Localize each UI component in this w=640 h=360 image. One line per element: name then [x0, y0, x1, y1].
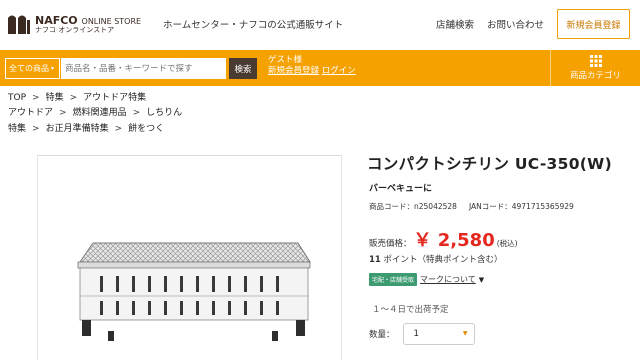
login-link[interactable]: ログイン — [322, 66, 356, 76]
breadcrumb-link[interactable]: 特集 — [8, 124, 26, 134]
breadcrumb-link[interactable]: 餅をつく — [128, 124, 164, 134]
category-select[interactable]: 全ての商品 ▾ — [5, 58, 60, 79]
category-select-value: 全ての商品 — [9, 64, 49, 73]
delivery-badge-row: 宅配・店舗受取 マークについて ▼ — [369, 273, 484, 286]
product-image-panel — [37, 155, 342, 360]
site-logo[interactable]: NAFCO ONLINE STORE ナフコ オンラインストア — [6, 12, 141, 36]
price-value: ￥ 2,580 — [413, 230, 495, 251]
quantity-label: 数量： — [369, 330, 395, 340]
search-button[interactable]: 検索 — [229, 58, 257, 79]
breadcrumb-link[interactable]: アウトドア — [8, 108, 53, 118]
contact-link[interactable]: お問い合わせ — [487, 17, 544, 31]
breadcrumb: TOP > 特集 > アウトドア特集 アウトドア > 燃料関連用品 > しちりん 特集 > お正月準… — [8, 91, 182, 137]
logo-main-text: NAFCO — [35, 13, 78, 27]
breadcrumb-link[interactable]: 燃料関連用品 — [73, 108, 127, 118]
breadcrumb-row: アウトドア > 燃料関連用品 > しちりん — [8, 108, 183, 119]
points-info: 11 ポイント（特典ポイント含む） — [369, 253, 503, 265]
product-subtitle: バーベキューに — [369, 184, 433, 194]
breadcrumb-row: TOP > 特集 > アウトドア特集 — [8, 93, 147, 103]
quantity-value: 1 — [413, 329, 419, 339]
breadcrumb-link[interactable]: 特集 — [46, 93, 64, 103]
logo-icon — [8, 15, 30, 34]
register-button[interactable]: 新規会員登録 — [557, 9, 630, 39]
search-bar: 全ての商品▾ 検索 ゲスト様 新規会員登録 ログイン 商品カテゴリ — [0, 50, 640, 86]
guest-panel: ゲスト様 新規会員登録 ログイン — [268, 55, 356, 78]
product-title: コンパクトシチリン UC-350(W) — [367, 155, 612, 173]
site-header: NAFCO ONLINE STORE ナフコ オンラインストア ホームセンター・… — [0, 0, 640, 50]
grid-icon — [589, 55, 602, 67]
price-row: 販売価格： ￥ 2,580 (税込) — [369, 226, 518, 252]
store-search-link[interactable]: 店舗検索 — [436, 17, 474, 31]
points-number: 11 — [369, 255, 381, 265]
breadcrumb-link[interactable]: お正月準備特集 — [46, 124, 109, 134]
mark-info-link[interactable]: マークについて — [420, 274, 476, 285]
breadcrumb-link[interactable]: アウトドア特集 — [83, 93, 146, 103]
jan-code: JANコード：4971715365929 — [468, 202, 574, 211]
product-image[interactable] — [38, 156, 341, 360]
category-menu-button[interactable]: 商品カテゴリ — [550, 50, 640, 86]
chevron-down-icon: ▼ — [462, 330, 468, 337]
guest-register-link[interactable]: 新規会員登録 — [268, 66, 319, 76]
category-menu-label: 商品カテゴリ — [569, 71, 621, 81]
logo-main-suffix: ONLINE STORE — [81, 16, 142, 26]
caret-down-icon[interactable]: ▼ — [479, 276, 484, 284]
product-codes: 商品コード：n25042528 JANコード：4971715365929 — [369, 201, 574, 212]
delivery-badge: 宅配・店舗受取 — [369, 273, 418, 286]
site-tagline: ホームセンター・ナフコの公式通販サイト — [163, 20, 344, 31]
quantity-row: 数量： 1 ▼ — [369, 323, 475, 345]
product-code: 商品コード：n25042528 — [369, 202, 457, 211]
breadcrumb-link[interactable]: TOP — [8, 93, 26, 103]
search-input[interactable] — [61, 58, 226, 79]
points-text: ポイント（特典ポイント含む） — [380, 255, 503, 265]
shipping-estimate: １～４日で出荷予定 — [372, 305, 449, 315]
breadcrumb-link[interactable]: しちりん — [146, 108, 182, 118]
price-label: 販売価格： — [369, 239, 412, 249]
guest-name: ゲスト様 — [268, 55, 303, 65]
tax-label: (税込) — [496, 239, 518, 248]
breadcrumb-row: 特集 > お正月準備特集 > 餅をつく — [8, 123, 165, 134]
chevron-down-icon: ▾ — [51, 65, 55, 72]
logo-subtext: ナフコ オンラインストア — [35, 25, 115, 34]
quantity-select[interactable]: 1 ▼ — [402, 323, 475, 345]
